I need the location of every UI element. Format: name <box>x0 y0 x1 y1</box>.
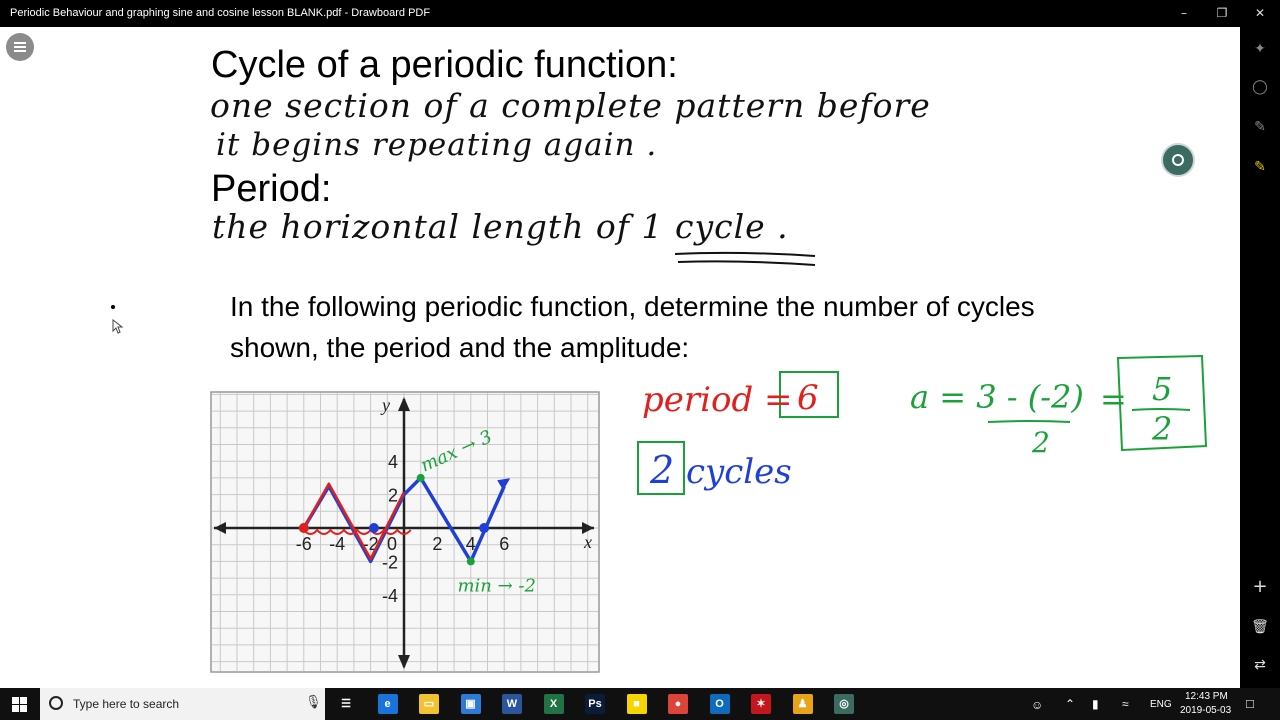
handwritten-notes: period = 6 2 cycles a = 3 - (-2) 2 = 5 2 <box>600 350 1240 550</box>
hamburger-menu-icon[interactable] <box>6 33 34 61</box>
amplitude-equals: = <box>1100 380 1127 418</box>
language-indicator[interactable]: ENG <box>1150 699 1172 710</box>
x-tick-label: -4 <box>329 534 345 554</box>
heading-period: Period: <box>211 168 332 210</box>
min-point <box>466 557 475 566</box>
clock-date[interactable]: 2019-05-03 <box>1180 705 1231 716</box>
cycle-definition-line2: it begins repeating again . <box>216 127 658 163</box>
window-title: Periodic Behaviour and graphing sine and… <box>10 7 431 19</box>
windows-start-icon[interactable] <box>12 697 27 712</box>
edge-icon[interactable]: e <box>377 694 398 714</box>
right-toolbar: ✦ ◯ ✎ ✎ + 🗑 ⇄ <box>1240 27 1280 688</box>
cycles-label: cycles <box>686 452 792 492</box>
swap-icon[interactable]: ⇄ <box>1250 655 1270 675</box>
word-icon[interactable]: W <box>502 694 522 714</box>
heading-cycle: Cycle of a periodic function: <box>211 44 678 86</box>
amplitude-expression: a = 3 - (-2) <box>910 378 1084 416</box>
battery-icon[interactable]: ▮ <box>1092 697 1099 711</box>
period-definition: the horizontal length of 1 cycle . <box>212 207 789 246</box>
max-point <box>416 473 425 482</box>
cycle-underline <box>674 251 816 266</box>
notifications-icon[interactable]: □ <box>1246 696 1254 711</box>
period-value: 6 <box>797 378 819 418</box>
network-icon[interactable]: ≈ <box>1122 697 1129 711</box>
title-bar: Periodic Behaviour and graphing sine and… <box>0 0 1280 27</box>
x-tick-label: 6 <box>499 534 509 554</box>
microphone-icon[interactable]: 🎙 <box>305 695 322 710</box>
outlook-icon[interactable]: O <box>709 694 730 714</box>
drawboard-icon[interactable]: ◎ <box>834 694 854 714</box>
cortana-icon <box>49 696 63 710</box>
y-tick-label: -2 <box>382 552 398 572</box>
pan-icon[interactable]: ✦ <box>1250 39 1270 59</box>
x-axis-label: x <box>583 532 592 552</box>
classroom-icon[interactable]: ♟ <box>792 694 813 714</box>
cycle-end-point <box>479 523 490 533</box>
cycle-start-point <box>368 523 379 533</box>
photoshop-icon[interactable]: Ps <box>585 694 605 714</box>
start-point <box>298 523 309 533</box>
cursor-icon <box>112 319 124 334</box>
x-tick-label: -6 <box>296 534 312 554</box>
people-icon[interactable]: ☺ <box>1031 698 1043 712</box>
task-view-icon[interactable]: ☰ <box>336 694 356 714</box>
fraction-bar <box>987 420 1071 423</box>
close-button[interactable]: ✕ <box>1241 0 1279 27</box>
taskbar-search-box[interactable]: Type here to search 🎙 <box>40 688 325 720</box>
x-tick-label: 0 <box>387 534 397 554</box>
add-page-icon[interactable]: + <box>1250 577 1270 597</box>
sticky-notes-icon[interactable]: ■ <box>626 694 647 714</box>
min-annotation: min → -2 <box>457 575 535 596</box>
pen-icon[interactable]: ✎ <box>1250 117 1270 137</box>
tray-chevron-icon[interactable]: ⌃ <box>1065 697 1075 711</box>
lasso-icon[interactable]: ◯ <box>1250 77 1270 97</box>
cycle-definition-line1: one section of a complete pattern before <box>210 86 931 125</box>
chrome-icon[interactable]: ● <box>668 694 688 714</box>
y-tick-label: 2 <box>388 486 398 506</box>
dot-mark <box>111 305 115 309</box>
excel-icon[interactable]: X <box>543 694 564 714</box>
amplitude-numerator: 5 <box>1152 370 1173 408</box>
store-icon[interactable]: ▣ <box>460 694 481 714</box>
cycles-value: 2 <box>650 448 675 492</box>
highlighter-icon[interactable]: ✎ <box>1250 157 1270 177</box>
period-label: period = <box>642 380 793 420</box>
minimize-button[interactable]: – <box>1165 0 1203 27</box>
acrobat-icon[interactable]: ✶ <box>751 694 771 714</box>
amplitude-denominator: 2 <box>1032 426 1050 459</box>
amplitude-result-denominator: 2 <box>1152 410 1173 448</box>
restore-button[interactable]: ❐ <box>1203 0 1241 27</box>
trash-icon[interactable]: 🗑 <box>1250 617 1270 637</box>
navigation-icon[interactable] <box>1161 143 1195 177</box>
file-explorer-icon[interactable]: ▭ <box>419 694 439 714</box>
periodic-function-graph: -6 -4 -2 0 2 4 642-2-4xy max → 3min → -2 <box>210 391 600 673</box>
y-tick-label: -4 <box>382 586 398 606</box>
taskbar: Type here to search 🎙 ☰ e ▭ ▣ W X Ps ■ ● O ✶ ♟ ◎ ☺ ⌃… <box>0 688 1280 720</box>
y-axis-label: y <box>380 395 390 415</box>
search-placeholder: Type here to search <box>73 697 180 711</box>
x-tick-label: 2 <box>432 534 442 554</box>
clock-time[interactable]: 12:43 PM <box>1185 691 1228 702</box>
y-tick-label: 4 <box>388 452 398 472</box>
